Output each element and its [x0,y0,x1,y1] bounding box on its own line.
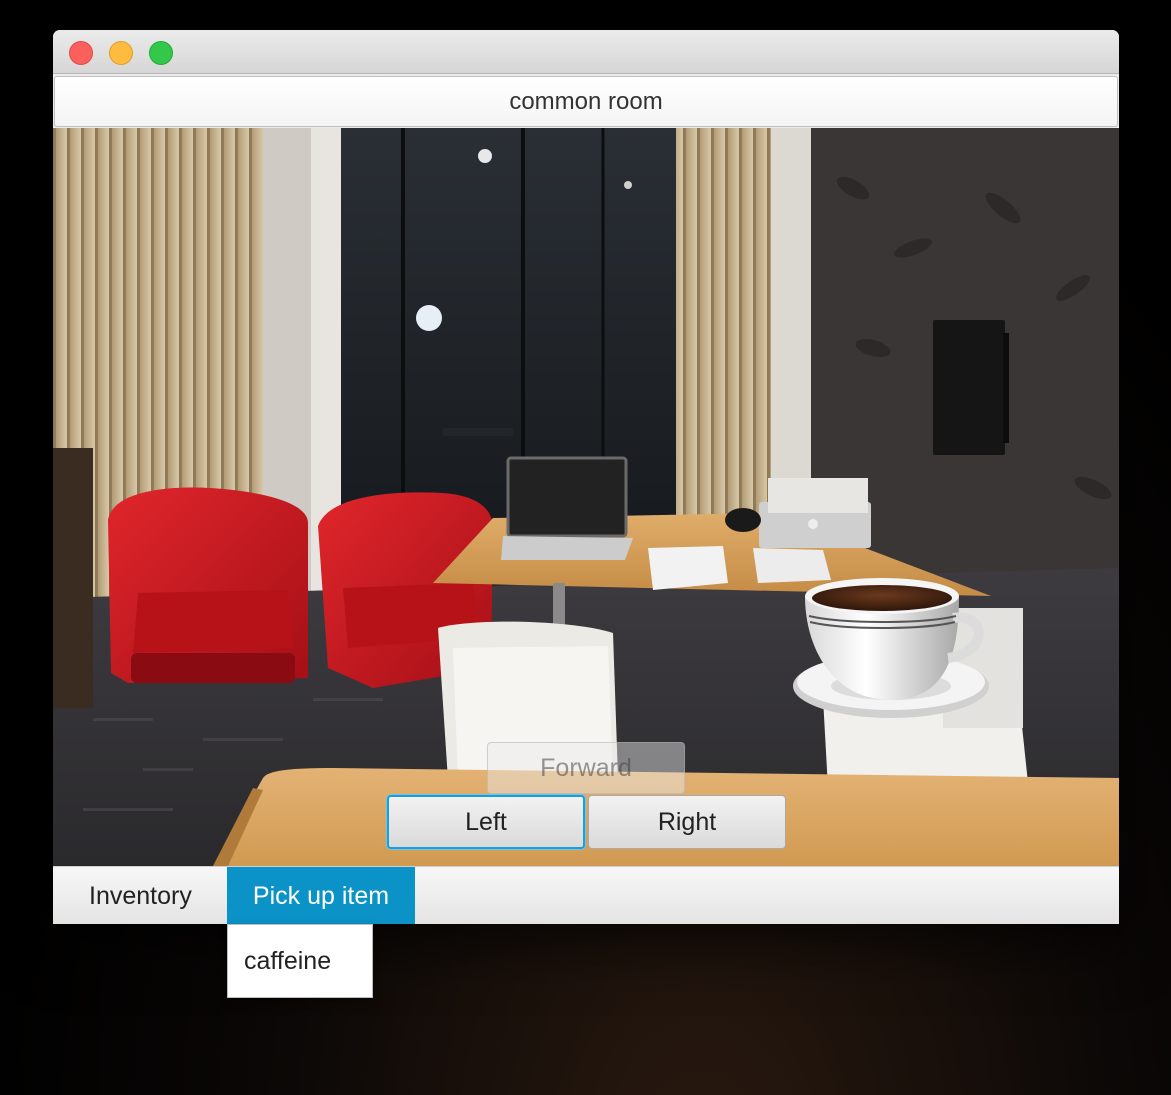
title-bar [53,30,1119,74]
room-scene: Forward Left Right [53,128,1119,866]
maximize-icon[interactable] [149,41,173,65]
pick-up-item-menu[interactable]: Pick up item [227,867,415,924]
right-button[interactable]: Right [588,795,786,849]
close-icon[interactable] [69,41,93,65]
app-window: common room Forward Left Right Inventory… [53,30,1119,924]
inventory-menu[interactable]: Inventory [71,867,210,924]
room-title: common room [54,76,1118,127]
forward-button[interactable]: Forward [487,742,685,794]
dropdown-item-caffeine[interactable]: caffeine [228,925,372,997]
left-button[interactable]: Left [387,795,585,849]
menu-bar: Inventory Pick up item [53,866,1119,924]
pick-up-dropdown: caffeine [227,924,373,998]
minimize-icon[interactable] [109,41,133,65]
